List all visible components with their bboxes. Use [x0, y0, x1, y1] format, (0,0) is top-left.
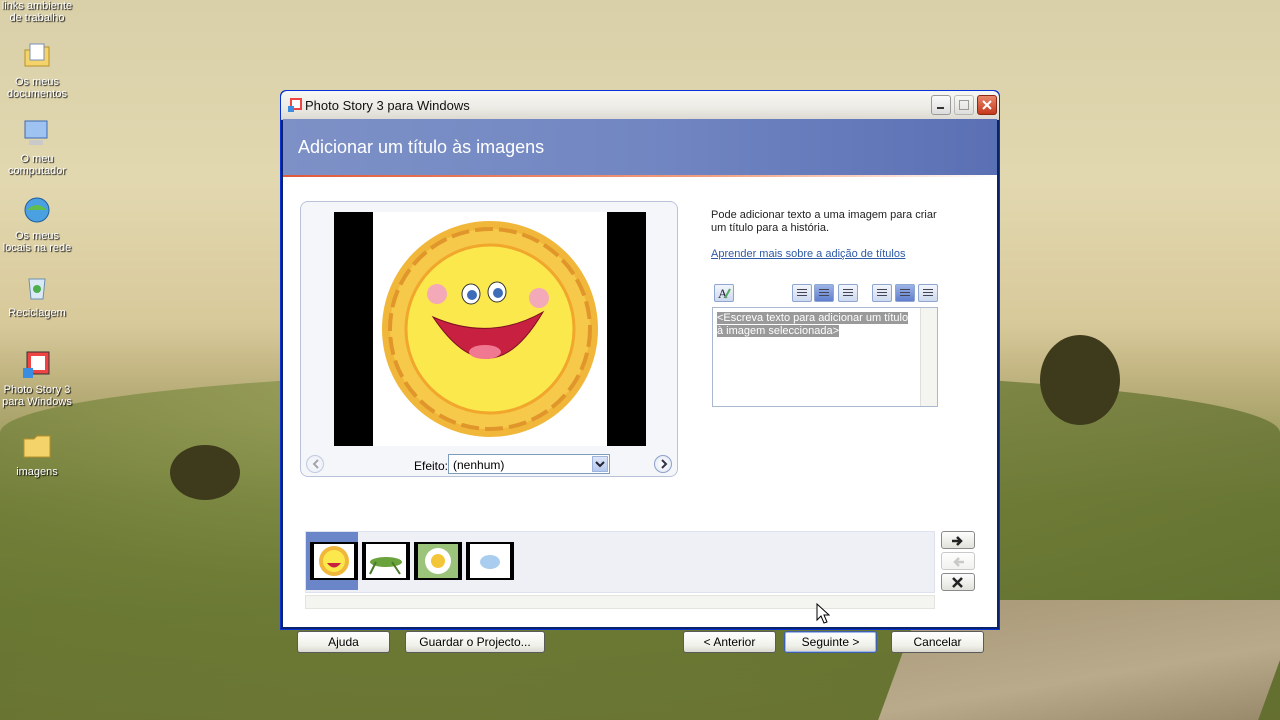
desktop-icon-label: Os meus documentos: [7, 76, 67, 100]
thumbnail-grasshopper[interactable]: [362, 542, 410, 580]
recycle-bin-icon: [28, 278, 46, 300]
network-icon: [24, 197, 50, 223]
close-button[interactable]: [977, 95, 997, 115]
font-button[interactable]: A: [714, 284, 734, 302]
desktop-icon-recycle-bin[interactable]: Reciclagem: [0, 271, 74, 319]
desktop-icon-label: Reciclagem: [8, 307, 66, 319]
save-project-button[interactable]: Guardar o Projecto...: [405, 631, 545, 653]
delete-image-button[interactable]: [941, 573, 975, 591]
window-titlebar[interactable]: Photo Story 3 para Windows: [281, 91, 999, 120]
align-center-icon: [819, 289, 829, 297]
desktop-icon-images-folder[interactable]: imagens: [0, 430, 74, 478]
move-right-button[interactable]: [941, 531, 975, 549]
chevron-down-icon: [595, 461, 605, 468]
desktop-icon-label: Photo Story 3 para Windows: [2, 384, 72, 408]
thumbnail-sun[interactable]: [310, 542, 358, 580]
documents-folder-icon: [24, 43, 50, 67]
cancel-button[interactable]: Cancelar: [891, 631, 984, 653]
flower-thumbnail-icon: [425, 548, 451, 574]
desktop-icon-label: O meu computador: [7, 153, 67, 177]
folder-icon: [23, 435, 51, 458]
dropdown-button[interactable]: [592, 456, 608, 472]
position-bottom-icon: [923, 289, 933, 297]
desktop-icon-photo-story[interactable]: Photo Story 3 para Windows: [0, 348, 74, 408]
title-text-content: <Escreva texto para adicionar um título …: [717, 312, 913, 338]
instructions-text: Pode adicionar texto a uma imagem para c…: [711, 209, 937, 234]
cloud-thumbnail-icon: [480, 555, 500, 569]
image-preview-panel: Efeito: (nenhum): [300, 201, 678, 477]
position-top-icon: [877, 289, 887, 297]
position-middle-button[interactable]: [895, 284, 915, 302]
minimize-icon: [937, 107, 944, 109]
close-icon: [982, 100, 992, 110]
desktop-icon-my-computer[interactable]: O meu computador: [0, 117, 74, 177]
effect-label: Efeito:: [414, 459, 449, 473]
app-icon: [288, 98, 302, 112]
title-placeholder-text: <Escreva texto para adicionar um título …: [717, 312, 909, 337]
next-image-button[interactable]: [654, 455, 672, 473]
thumbnail-grasshopper-image: [366, 544, 406, 578]
back-button[interactable]: < Anterior: [683, 631, 776, 653]
arrow-right-icon: [952, 536, 963, 546]
preview-image: [334, 212, 646, 446]
filmstrip-scrollbar[interactable]: [305, 595, 935, 609]
grasshopper-thumbnail-icon: [369, 557, 402, 575]
desktop-icon-network[interactable]: Os meus locais na rede: [0, 194, 74, 254]
move-left-button[interactable]: [941, 552, 975, 570]
align-left-button[interactable]: [792, 284, 812, 302]
desktop-wallpaper-tree: [1040, 335, 1120, 425]
thumbnail-flower-image: [418, 544, 458, 578]
thumbnail-flower[interactable]: [414, 542, 462, 580]
window-title: Photo Story 3 para Windows: [305, 98, 470, 113]
previous-image-button[interactable]: [306, 455, 324, 473]
effect-dropdown-value: (nenhum): [453, 458, 505, 472]
maximize-button[interactable]: [954, 95, 974, 115]
align-right-button[interactable]: [838, 284, 858, 302]
photo-story-window: Photo Story 3 para Windows Adicionar um …: [280, 90, 1000, 653]
next-button[interactable]: Seguinte >: [784, 631, 877, 653]
filmstrip: [305, 531, 935, 593]
desktop-icon-links[interactable]: links ambiente de trabalho: [0, 0, 74, 24]
align-center-button[interactable]: [814, 284, 834, 302]
learn-more-link[interactable]: Aprender mais sobre a adição de títulos: [711, 248, 905, 260]
help-button[interactable]: Ajuda: [297, 631, 390, 653]
align-left-icon: [797, 289, 807, 297]
thumbnail-cloud-image: [470, 544, 510, 578]
desktop-icon-my-documents[interactable]: Os meus documentos: [0, 40, 74, 100]
position-top-button[interactable]: [872, 284, 892, 302]
minimize-button[interactable]: [931, 95, 951, 115]
align-right-icon: [843, 289, 853, 297]
desktop-icon-label: Os meus locais na rede: [2, 230, 72, 254]
effect-dropdown[interactable]: (nenhum): [448, 454, 610, 474]
thumbnail-sun-image: [314, 544, 354, 578]
wizard-header: Adicionar um título às imagens: [283, 119, 997, 175]
header-divider: [283, 175, 997, 177]
font-icon: A: [718, 286, 731, 301]
thumbnail-cloud[interactable]: [466, 542, 514, 580]
maximize-icon: [959, 100, 969, 110]
title-text-scrollbar[interactable]: [920, 308, 937, 406]
preview-image-content: [373, 212, 607, 446]
desktop-wallpaper-tree: [170, 445, 240, 500]
chevron-left-icon: [312, 459, 319, 469]
position-middle-icon: [900, 289, 910, 297]
window-client-area: Adicionar um título às imagens Efeito: (…: [283, 119, 997, 653]
computer-icon: [24, 120, 48, 145]
arrow-left-icon: [953, 557, 964, 567]
sun-face-image: [382, 221, 598, 437]
mouse-cursor-icon: [816, 603, 830, 624]
sun-thumbnail-icon: [319, 546, 349, 576]
desktop-icon-label: imagens: [16, 466, 58, 478]
page-title: Adicionar um título às imagens: [298, 137, 545, 157]
chevron-right-icon: [661, 459, 668, 469]
position-bottom-button[interactable]: [918, 284, 938, 302]
desktop-icon-label: links ambiente de trabalho: [1, 0, 73, 24]
photo-story-icon: [23, 351, 50, 378]
title-text-input[interactable]: <Escreva texto para adicionar um título …: [712, 307, 938, 407]
delete-x-icon: [952, 577, 963, 588]
